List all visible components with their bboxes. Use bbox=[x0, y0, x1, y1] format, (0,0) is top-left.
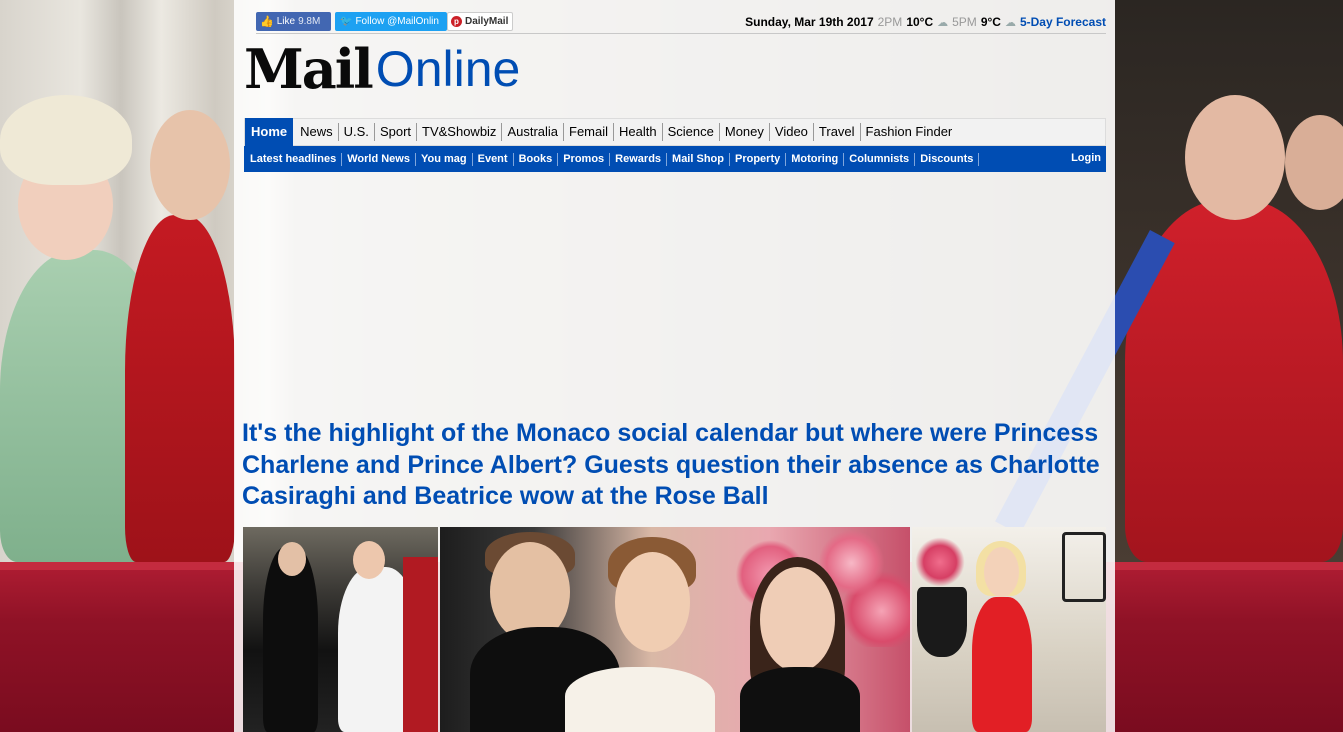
photo2-woman2-dress bbox=[739, 667, 860, 732]
article-photo-strip bbox=[243, 527, 1106, 732]
lead-headline[interactable]: It's the highlight of the Monaco social … bbox=[242, 418, 1102, 513]
nav-item-money[interactable]: Money bbox=[720, 123, 770, 141]
nav-item-health[interactable]: Health bbox=[614, 123, 663, 141]
secondary-nav: Latest headlines World News You mag Even… bbox=[244, 146, 1106, 172]
weather-time-2: 5PM bbox=[952, 15, 977, 29]
twitter-bird-icon: 🐦 bbox=[340, 16, 353, 27]
nav-item-video[interactable]: Video bbox=[770, 123, 814, 141]
weather-temp-2: 9°C bbox=[980, 15, 1001, 29]
nav-item-us[interactable]: U.S. bbox=[339, 123, 375, 141]
nav-item-fashion-finder[interactable]: Fashion Finder bbox=[861, 123, 958, 141]
page-column: 👍 Like 9.8M 🐦 Follow @MailOnlin p DailyM… bbox=[234, 0, 1115, 732]
photo1-woman-head bbox=[353, 541, 385, 579]
photo1-man-head bbox=[278, 542, 306, 576]
photo3-backdrop-logo bbox=[1062, 532, 1106, 602]
nav-item-sport[interactable]: Sport bbox=[375, 123, 418, 141]
top-bar: 👍 Like 9.8M 🐦 Follow @MailOnlin p DailyM… bbox=[256, 12, 1106, 34]
subnav-item-latest-headlines[interactable]: Latest headlines bbox=[245, 152, 343, 166]
nav-item-femail[interactable]: Femail bbox=[564, 123, 615, 141]
twitter-follow-label: Follow @MailOnlin bbox=[355, 16, 439, 27]
figure-red-uniform-right-head bbox=[1185, 95, 1285, 220]
nav-item-australia[interactable]: Australia bbox=[502, 123, 565, 141]
site-logo[interactable]: Mail Online bbox=[244, 36, 520, 98]
cloud-icon: ☁ bbox=[937, 16, 949, 29]
photo3-vase bbox=[917, 587, 968, 657]
figure-red-uniform-left-head bbox=[150, 110, 230, 220]
weather-temp-1: 10°C bbox=[906, 15, 934, 29]
nav-item-science[interactable]: Science bbox=[663, 123, 720, 141]
subnav-item-you-mag[interactable]: You mag bbox=[416, 152, 473, 166]
facebook-like-label: Like bbox=[276, 16, 296, 27]
article-photo-2[interactable] bbox=[439, 527, 911, 732]
subnav-item-event[interactable]: Event bbox=[473, 152, 514, 166]
subnav-item-columnists[interactable]: Columnists bbox=[844, 152, 916, 166]
nav-item-tv-showbiz[interactable]: TV&Showbiz bbox=[417, 123, 503, 141]
pinterest-follow-button[interactable]: p DailyMail bbox=[447, 12, 513, 31]
article-photo-1[interactable] bbox=[243, 527, 438, 732]
subnav-item-world-news[interactable]: World News bbox=[342, 152, 416, 166]
photo2-woman2-head bbox=[759, 567, 835, 672]
photo2-woman1-fur bbox=[564, 667, 715, 732]
subnav-item-promos[interactable]: Promos bbox=[558, 152, 611, 166]
thumbs-up-icon: 👍 bbox=[260, 16, 274, 28]
subnav-item-motoring[interactable]: Motoring bbox=[786, 152, 845, 166]
nav-item-travel[interactable]: Travel bbox=[814, 123, 861, 141]
twitter-follow-button[interactable]: 🐦 Follow @MailOnlin bbox=[335, 12, 447, 31]
five-day-forecast-link[interactable]: 5-Day Forecast bbox=[1020, 15, 1106, 29]
weather-time-1: 2PM bbox=[877, 15, 903, 29]
subnav-item-mail-shop[interactable]: Mail Shop bbox=[667, 152, 730, 166]
login-link[interactable]: Login bbox=[1071, 152, 1101, 164]
weather-widget: Sunday, Mar 19th 2017 2PM 10°C ☁ 5PM 9°C… bbox=[745, 15, 1106, 29]
pinterest-label: DailyMail bbox=[465, 16, 509, 27]
primary-nav: Home News U.S. Sport TV&Showbiz Australi… bbox=[244, 118, 1106, 146]
logo-online: Online bbox=[375, 41, 521, 97]
subnav-item-discounts[interactable]: Discounts bbox=[915, 152, 980, 166]
nav-item-home[interactable]: Home bbox=[245, 118, 294, 146]
figure-red-uniform-left bbox=[125, 215, 235, 562]
subnav-item-rewards[interactable]: Rewards bbox=[610, 152, 668, 166]
facebook-like-button[interactable]: 👍 Like 9.8M bbox=[256, 12, 331, 31]
logo-mail: Mail bbox=[244, 37, 374, 101]
facebook-like-count: 9.8M bbox=[298, 16, 321, 27]
photo2-woman1-head bbox=[614, 552, 690, 652]
subnav-item-property[interactable]: Property bbox=[730, 152, 787, 166]
pinterest-icon: p bbox=[451, 16, 462, 27]
figure-left-hat bbox=[0, 95, 132, 185]
subnav-item-books[interactable]: Books bbox=[514, 152, 559, 166]
nav-item-news[interactable]: News bbox=[295, 123, 339, 141]
photo1-red-coat bbox=[403, 557, 438, 732]
current-date: Sunday, Mar 19th 2017 bbox=[745, 15, 874, 29]
photo3-red-dress bbox=[972, 597, 1033, 732]
cloud-icon: ☁ bbox=[1004, 16, 1016, 29]
article-photo-3[interactable] bbox=[912, 527, 1106, 732]
